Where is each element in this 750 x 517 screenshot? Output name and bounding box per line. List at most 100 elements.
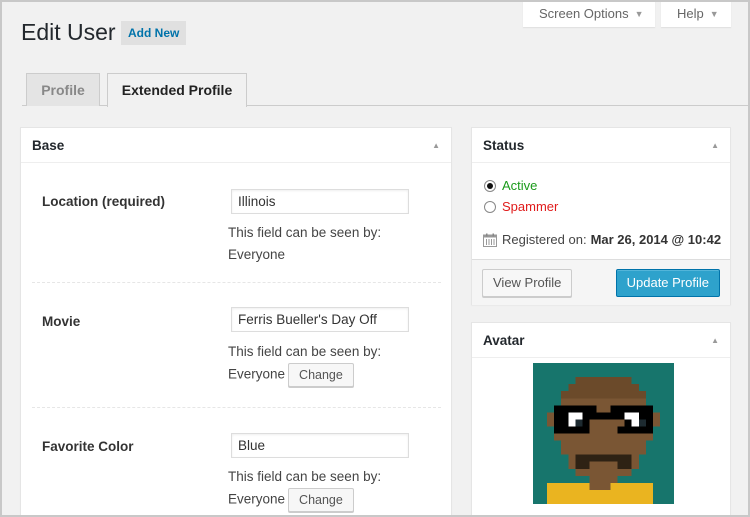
avatar-pixel (617, 398, 625, 406)
avatar-pixel (582, 447, 590, 455)
avatar-pixel (652, 412, 660, 420)
avatar-pixel (596, 419, 604, 427)
avatar-pixel (624, 433, 632, 441)
avatar-pixel (589, 377, 597, 385)
avatar-pixel (596, 468, 604, 476)
status-panel-title: Status (483, 138, 525, 153)
field-label: Movie (42, 314, 81, 329)
status-panel-header[interactable]: Status ▲ (472, 128, 730, 163)
screen-options-button[interactable]: Screen Options ▼ (523, 2, 655, 27)
avatar-pixel (617, 447, 625, 455)
avatar-pixel (547, 412, 555, 420)
avatar-pixel (631, 461, 639, 469)
avatar-pixel (596, 440, 604, 448)
avatar-pixel (610, 384, 618, 392)
avatar-pixel (638, 440, 646, 448)
avatar-pixel (624, 377, 632, 385)
movie-input[interactable] (231, 307, 409, 332)
avatar-pixel (596, 433, 604, 441)
avatar-pixel (631, 440, 639, 448)
avatar-pixel (603, 475, 611, 483)
field-label: Location (required) (42, 194, 166, 209)
avatar-pixel (596, 475, 604, 483)
avatar-panel: Avatar ▲ (471, 322, 731, 515)
avatar-pixel (589, 405, 597, 413)
tab-profile[interactable]: Profile (26, 73, 100, 106)
avatar-pixel (645, 433, 653, 441)
avatar-pixel (575, 412, 583, 420)
avatar-pixel (624, 440, 632, 448)
avatar-pixel-art (533, 363, 674, 504)
base-panel-title: Base (32, 138, 65, 153)
change-visibility-button[interactable]: Change (288, 488, 354, 512)
avatar-pixel (589, 468, 597, 476)
visibility-prefix: This field can be seen by: (228, 225, 382, 240)
update-profile-button[interactable]: Update Profile (615, 269, 720, 297)
avatar-pixel (596, 461, 604, 469)
location-input[interactable] (231, 189, 409, 214)
view-profile-button[interactable]: View Profile (482, 269, 573, 297)
avatar-pixel (575, 454, 583, 462)
radio-button-checked[interactable] (484, 179, 496, 192)
avatar-pixel (624, 454, 632, 462)
avatar-pixel (589, 482, 597, 490)
avatar-pixel (561, 405, 569, 413)
avatar-pixel (638, 405, 646, 413)
change-visibility-button[interactable]: Change (288, 363, 354, 387)
avatar-pixel (631, 496, 639, 504)
avatar-pixel (596, 377, 604, 385)
avatar-pixel (575, 461, 583, 469)
visibility-prefix: This field can be seen by: (228, 469, 382, 484)
avatar-pixel (568, 426, 576, 434)
avatar-pixel (624, 384, 632, 392)
avatar-pixel (575, 433, 583, 441)
avatar-pixel (610, 440, 618, 448)
avatar-pixel (568, 461, 576, 469)
avatar-pixel (575, 384, 583, 392)
avatar-pixel (631, 384, 639, 392)
avatar-pixel (638, 391, 646, 399)
avatar-pixel (624, 489, 632, 497)
avatar-pixel (582, 440, 590, 448)
avatar-pixel (631, 426, 639, 434)
avatar-pixel (596, 398, 604, 406)
avatar-pixel (561, 391, 569, 399)
avatar-pixel (554, 405, 562, 413)
help-label: Help (677, 6, 704, 21)
avatar-pixel (624, 398, 632, 406)
collapse-arrow-icon[interactable]: ▲ (432, 128, 440, 163)
base-panel-header[interactable]: Base ▲ (21, 128, 451, 163)
avatar-pixel (589, 426, 597, 434)
dropdown-arrow-icon: ▼ (709, 9, 719, 19)
avatar-pixel (582, 461, 590, 469)
tab-extended-profile[interactable]: Extended Profile (107, 73, 247, 107)
help-button[interactable]: Help ▼ (661, 2, 731, 27)
avatar-pixel (617, 412, 625, 420)
radio-active[interactable]: Active (484, 178, 537, 193)
avatar-pixel (624, 419, 632, 427)
collapse-arrow-icon[interactable]: ▲ (711, 323, 719, 358)
avatar-pixel (568, 489, 576, 497)
avatar-pixel (561, 447, 569, 455)
avatar-panel-title: Avatar (483, 333, 525, 348)
visibility-info: This field can be seen by: Everyone Chang… (228, 341, 381, 387)
visibility-info: This field can be seen by: Everyone (228, 222, 381, 266)
avatar-pixel (603, 440, 611, 448)
collapse-arrow-icon[interactable]: ▲ (711, 128, 719, 163)
radio-spammer[interactable]: Spammer (484, 199, 558, 214)
page-title: Edit User (21, 19, 116, 45)
avatar-pixel (610, 391, 618, 399)
avatar-pixel (554, 426, 562, 434)
favorite-color-input[interactable] (231, 433, 409, 458)
avatar-pixel (575, 391, 583, 399)
radio-label-active: Active (502, 178, 538, 193)
avatar-pixel (603, 377, 611, 385)
avatar-panel-header[interactable]: Avatar ▲ (472, 323, 730, 358)
status-panel: Status ▲ Active Spammer Registered on: M (471, 127, 731, 305)
avatar-pixel (631, 391, 639, 399)
avatar-pixel (582, 419, 590, 427)
add-new-button[interactable]: Add New (121, 21, 187, 45)
avatar-pixel (638, 447, 646, 455)
radio-button[interactable] (484, 200, 496, 213)
avatar-pixel (561, 398, 569, 406)
